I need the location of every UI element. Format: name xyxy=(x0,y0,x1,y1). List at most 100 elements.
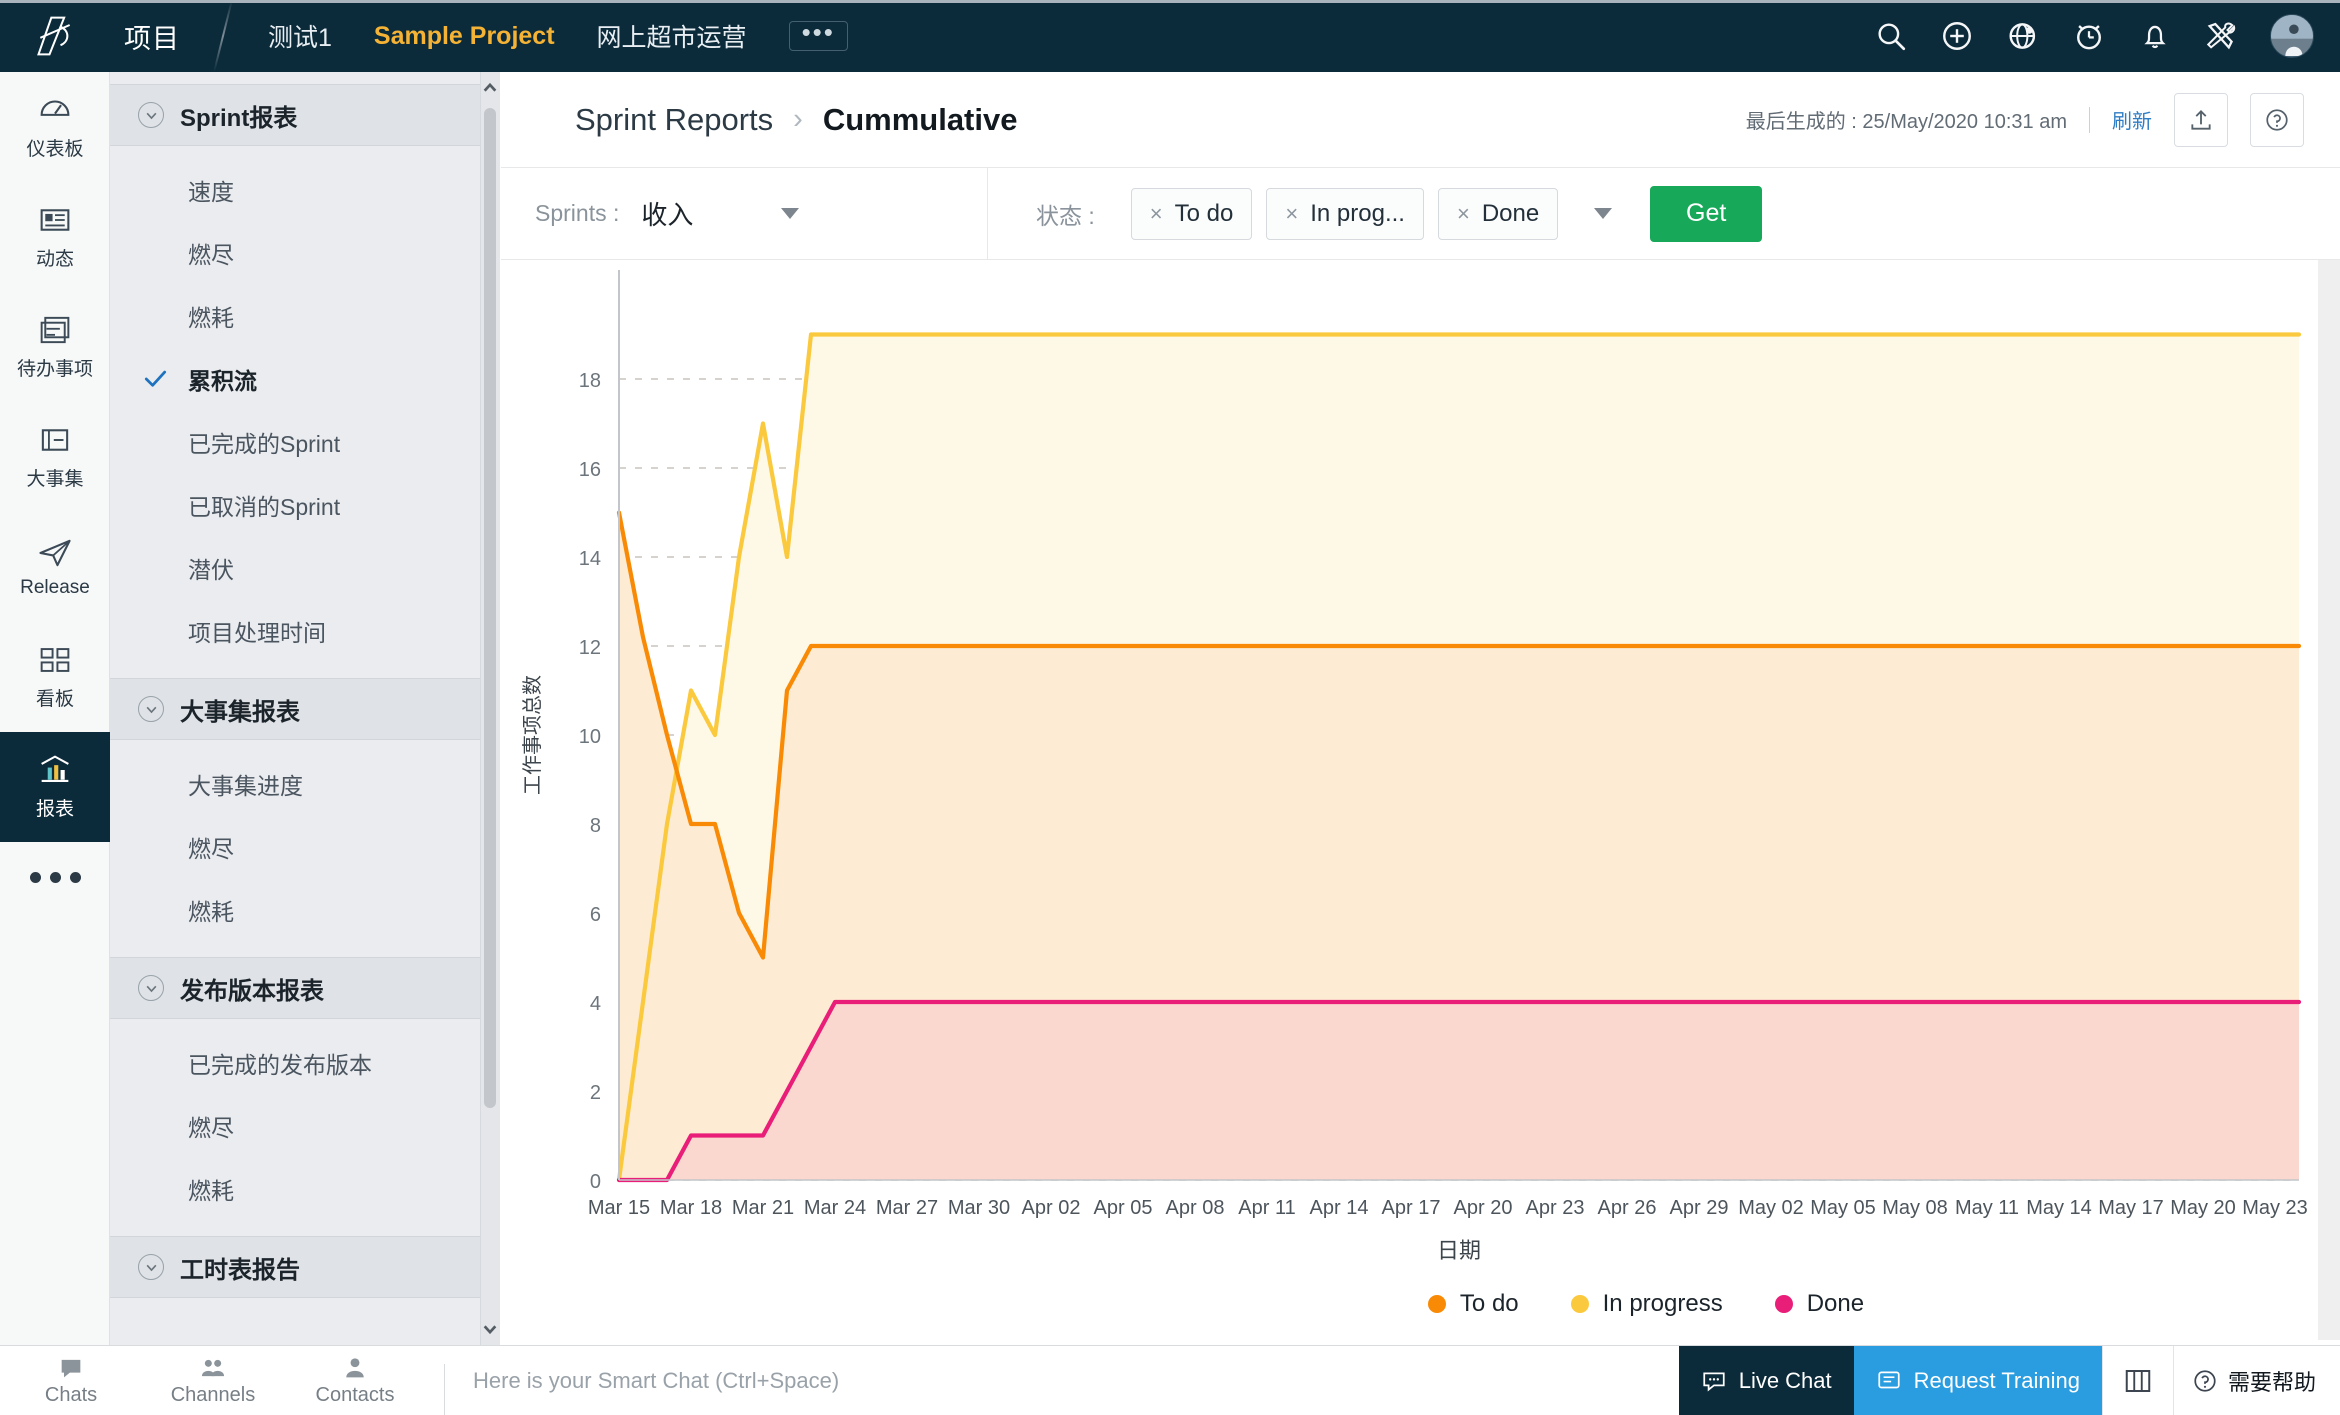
bottom-status-bar: Chats Channels Contacts Here is your Sma… xyxy=(0,1345,2340,1415)
sidebar-item-release[interactable]: Release xyxy=(0,512,110,622)
request-training-label: Request Training xyxy=(1913,1367,2080,1393)
x-axis-tick: May 05 xyxy=(1810,1197,1876,1219)
subnav-group-sprint-reports[interactable]: Sprint报表 xyxy=(110,84,499,146)
sidebar-item-burnup[interactable]: 燃耗 xyxy=(110,284,499,347)
sidebar-item-burndown[interactable]: 燃尽 xyxy=(110,221,499,284)
legend-item-inprogress[interactable]: In progress xyxy=(1570,1290,1723,1318)
sidebar-label: 动态 xyxy=(35,249,74,270)
subnav-group-pad xyxy=(110,146,499,158)
tab-contacts[interactable]: Contacts xyxy=(284,1346,426,1415)
breadcrumb-parent[interactable]: Sprint Reports xyxy=(575,102,773,138)
chart-scrollbar[interactable] xyxy=(2318,260,2340,1340)
help-button[interactable] xyxy=(2250,92,2304,147)
layout-button[interactable] xyxy=(2101,1345,2173,1415)
layout-icon xyxy=(2125,1369,2151,1392)
x-axis-tick: May 14 xyxy=(2026,1197,2092,1219)
request-training-icon xyxy=(1878,1370,1900,1388)
more-dots-icon[interactable] xyxy=(0,842,110,912)
y-axis-tick: 0 xyxy=(590,1171,601,1193)
project-tab-3[interactable]: 网上超市运营 xyxy=(597,18,747,54)
add-icon[interactable] xyxy=(1940,19,1974,53)
subnav-group-release-reports[interactable]: 发布版本报表 xyxy=(110,957,499,1019)
y-axis-tick: 18 xyxy=(579,370,601,392)
avatar[interactable] xyxy=(2270,14,2314,58)
sidebar-item-epic-progress[interactable]: 大事集进度 xyxy=(110,752,499,815)
sprints-selected-value[interactable]: 收入 xyxy=(641,195,693,232)
chart-canvas[interactable]: 0 2 4 6 8 10 12 14 16 18 Mar 15 Mar 18 Mar 21 Mar 24 M… xyxy=(501,260,2340,1340)
chevron-down-icon xyxy=(138,1254,164,1280)
x-axis-tick: Mar 21 xyxy=(732,1197,794,1219)
chevron-up-icon[interactable] xyxy=(482,80,498,96)
app-logo-button[interactable] xyxy=(0,0,110,72)
chevron-down-icon[interactable] xyxy=(482,1321,498,1337)
sidebar-item-completed-sprint[interactable]: 已完成的Sprint xyxy=(110,410,499,473)
sidebar-item-epic[interactable]: 大事集 xyxy=(0,402,110,512)
globe-icon[interactable] xyxy=(2006,19,2040,53)
bottom-right-actions: Live Chat Request Training 需要帮助 xyxy=(1678,1345,2340,1415)
subnav-group-title: 大事集报表 xyxy=(180,698,300,726)
smart-chat-input[interactable]: Here is your Smart Chat (Ctrl+Space) xyxy=(463,1368,839,1394)
export-button[interactable] xyxy=(2174,92,2228,147)
request-training-button[interactable]: Request Training xyxy=(1853,1345,2102,1415)
sidebar-item-reports[interactable]: 报表 xyxy=(0,732,110,842)
refresh-link[interactable]: 刷新 xyxy=(2112,105,2152,134)
sidebar-item-completed-release[interactable]: 已完成的发布版本 xyxy=(110,1031,499,1094)
status-chip-todo[interactable]: × To do xyxy=(1130,187,1253,240)
cumulative-flow-chart: 0 2 4 6 8 10 12 14 16 18 Mar 15 Mar 18 Mar 21 Mar 24 M… xyxy=(501,260,2340,1340)
x-axis-tick: May 20 xyxy=(2170,1197,2236,1219)
bell-icon[interactable] xyxy=(2138,19,2172,53)
subnav-group-epic-reports[interactable]: 大事集报表 xyxy=(110,678,499,740)
x-axis-tick: Mar 18 xyxy=(660,1197,722,1219)
x-axis-tick: Apr 05 xyxy=(1094,1197,1153,1219)
legend-item-todo[interactable]: To do xyxy=(1427,1290,1519,1318)
live-chat-button[interactable]: Live Chat xyxy=(1678,1345,1854,1415)
subnav-scrollbar-thumb[interactable] xyxy=(484,108,496,1108)
left-nav-rail: 仪表板 动态 待办事项 大事集 Release 看板 报表 xyxy=(0,72,110,1345)
chip-remove-icon[interactable]: × xyxy=(1285,201,1298,227)
sidebar-label: Release xyxy=(20,576,90,598)
sidebar-item-release-burnup[interactable]: 燃耗 xyxy=(110,1157,499,1220)
sidebar-item-latent[interactable]: 潜伏 xyxy=(110,536,499,599)
get-button[interactable]: Get xyxy=(1650,185,1763,242)
sidebar-item-cumulative[interactable]: 累积流 xyxy=(110,347,499,410)
sidebar-item-dashboard[interactable]: 仪表板 xyxy=(0,72,110,182)
sidebar-item-epic-burnup[interactable]: 燃耗 xyxy=(110,878,499,941)
clock-icon[interactable] xyxy=(2072,19,2106,53)
chevron-down-icon[interactable] xyxy=(781,208,800,219)
sidebar-item-feed[interactable]: 动态 xyxy=(0,182,110,292)
tools-icon[interactable] xyxy=(2204,19,2238,53)
project-tab-1[interactable]: 测试1 xyxy=(268,18,332,54)
project-tabs-more-button[interactable]: ••• xyxy=(788,19,848,51)
sidebar-item-epic-burndown[interactable]: 燃尽 xyxy=(110,815,499,878)
sidebar-item-release-burndown[interactable]: 燃尽 xyxy=(110,1094,499,1157)
chart-legend: To do In progress Done xyxy=(501,1290,2340,1318)
subnav-group-timesheet-reports[interactable]: 工时表报告 xyxy=(110,1236,499,1298)
live-chat-label: Live Chat xyxy=(1738,1367,1832,1393)
sidebar-item-velocity[interactable]: 速度 xyxy=(110,158,499,221)
status-dropdown-chevron-down-icon[interactable] xyxy=(1594,208,1613,219)
x-axis-tick: Apr 14 xyxy=(1310,1197,1369,1219)
tab-label: Chats xyxy=(44,1384,98,1406)
subnav-scrollbar-track[interactable] xyxy=(480,72,500,1345)
sidebar-item-tasks[interactable]: 待办事项 xyxy=(0,292,110,402)
legend-item-done[interactable]: Done xyxy=(1774,1290,1864,1318)
legend-swatch xyxy=(1427,1295,1446,1313)
sidebar-item-cycle-time[interactable]: 项目处理时间 xyxy=(110,599,499,662)
chip-remove-icon[interactable]: × xyxy=(1457,201,1470,227)
sidebar-item-board[interactable]: 看板 xyxy=(0,622,110,732)
sidebar-item-cancelled-sprint[interactable]: 已取消的Sprint xyxy=(110,473,499,536)
tab-chats[interactable]: Chats xyxy=(0,1346,142,1415)
y-axis-tick: 2 xyxy=(590,1082,601,1104)
need-help-button[interactable]: 需要帮助 xyxy=(2172,1345,2340,1415)
project-tab-2[interactable]: Sample Project xyxy=(374,22,555,51)
subnav-item-label: 燃耗 xyxy=(188,1177,234,1204)
status-chip-done[interactable]: × Done xyxy=(1437,187,1559,240)
reports-subnav: Sprint报表 速度 燃尽 燃耗 累积流 已完成的Sprint 已取消的Spr… xyxy=(110,72,500,1345)
tab-channels[interactable]: Channels xyxy=(142,1346,284,1415)
x-axis-tick: Apr 23 xyxy=(1526,1197,1585,1219)
status-chip-inprogress[interactable]: × In prog... xyxy=(1266,187,1424,240)
chip-remove-icon[interactable]: × xyxy=(1150,201,1163,227)
reports-icon xyxy=(41,755,69,782)
export-icon xyxy=(2191,109,2211,130)
search-icon[interactable] xyxy=(1874,19,1908,53)
